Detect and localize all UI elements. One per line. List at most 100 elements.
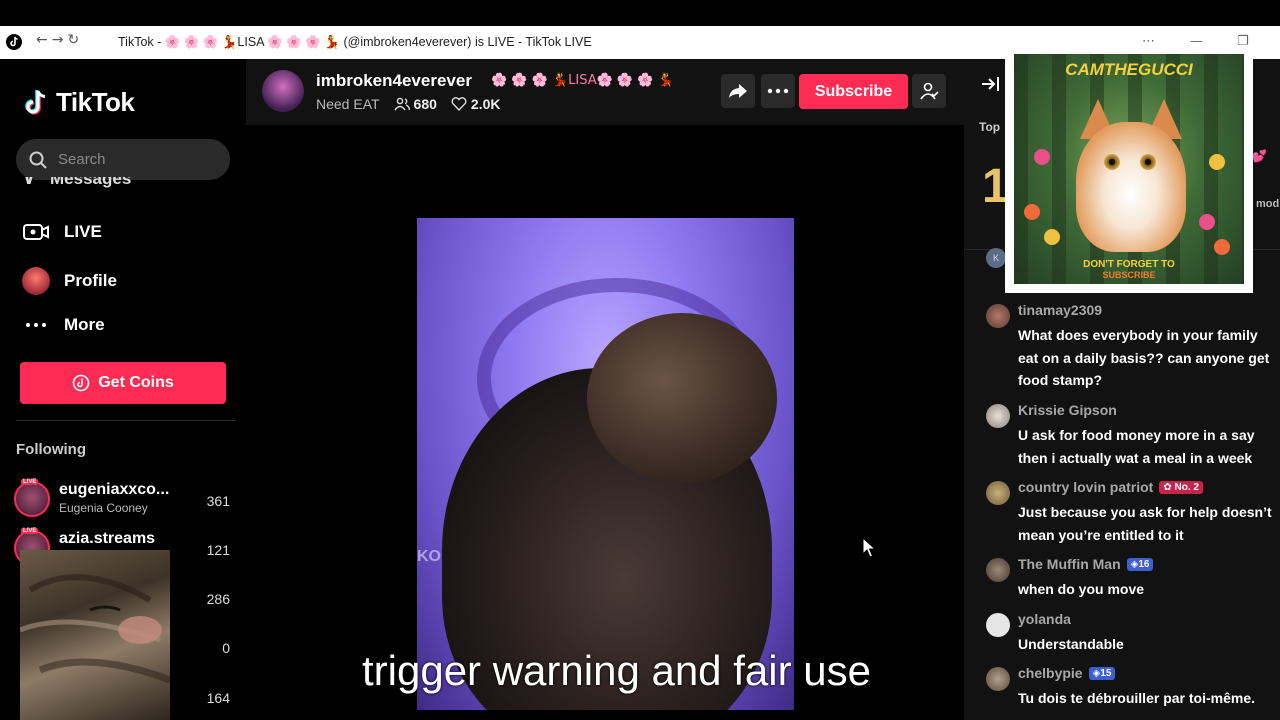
avatar	[986, 481, 1010, 505]
moderator-label: mod	[1256, 198, 1280, 210]
likes-count: 2.0K	[470, 96, 501, 112]
stream-topic: Need EAT	[316, 96, 380, 112]
likes-stat: 2.0K	[451, 96, 501, 112]
chat-username: yolanda	[1018, 611, 1071, 627]
username-text: chelbypie	[1018, 665, 1083, 681]
flower-decoration	[1199, 214, 1215, 230]
stream-header: imbroken4everever 🌸 🌸 🌸 💃LISA🌸 🌸 🌸 💃 Nee…	[246, 59, 964, 125]
sidebar-item-profile[interactable]: Profile	[22, 267, 117, 295]
flower-decoration	[1034, 149, 1050, 165]
following-item[interactable]: LIVE eugeniaxxco... Eugenia Cooney	[14, 479, 234, 519]
heart-icon	[451, 97, 467, 111]
viewer-count: 164	[206, 690, 230, 706]
live-badge: LIVE	[21, 479, 39, 485]
sidebar-item-more[interactable]: More	[22, 315, 105, 335]
following-name: eugeniaxxco...	[59, 481, 170, 498]
chat-username: The Muffin Man ◈16	[1018, 556, 1154, 572]
rank-badge-text: No. 2	[1174, 481, 1199, 493]
host-name[interactable]: imbroken4everever	[316, 71, 472, 91]
get-coins-button[interactable]: Get Coins	[20, 362, 226, 404]
messages-icon: ∨	[22, 177, 36, 188]
logo-text: TikTok	[56, 87, 135, 117]
tiktok-logo[interactable]: TikTok	[24, 87, 135, 118]
sidebar-item-live[interactable]: LIVE	[22, 221, 102, 243]
browser-nav-arrows-icon[interactable]: ←→↻	[36, 32, 83, 48]
more-options-button[interactable]	[761, 74, 795, 108]
chat-username: tinamay2309	[1018, 302, 1102, 318]
chat-username: chelbypie ◈15	[1018, 665, 1116, 681]
viewer-count: 361	[206, 493, 230, 509]
fan-level-badge: ◈16	[1126, 557, 1154, 571]
poster-cta-line2: SUBSCRIBE	[1102, 270, 1156, 280]
avatar	[986, 304, 1010, 328]
fan-level-badge: ◈15	[1088, 666, 1116, 680]
sidebar-item-label: Profile	[64, 271, 117, 290]
tiktok-logo-icon	[25, 89, 46, 115]
sidebar-item-messages[interactable]: ∨ Messages	[22, 177, 131, 193]
user-check-icon	[920, 82, 939, 100]
chat-text: Just because you ask for help doesn’t me…	[1018, 504, 1272, 543]
chat-text: What does everybody in your family eat o…	[1018, 327, 1270, 388]
sidebar-item-label: LIVE	[64, 222, 102, 241]
avatar	[986, 667, 1010, 691]
username-text: yolanda	[1018, 611, 1071, 627]
flower-decoration	[1044, 229, 1060, 245]
following-heading: Following	[16, 441, 86, 458]
host-avatar[interactable]	[262, 70, 304, 112]
share-arrow-icon	[729, 84, 747, 98]
viewer-count: 286	[206, 591, 230, 607]
search-input[interactable]	[58, 151, 208, 168]
chat-username: country lovin patriot ✿ No. 2	[1018, 479, 1203, 495]
viewer-count: 121	[206, 542, 230, 558]
more-dots-icon	[26, 323, 46, 327]
subscribe-cat-poster: CAMTHEGUCCI DON'T FORGET TO SUBSCRIBE	[1005, 45, 1253, 293]
get-coins-label: Get Coins	[98, 374, 174, 391]
tiktok-app-icon	[6, 34, 22, 50]
share-button[interactable]	[721, 74, 755, 108]
cat-eye	[1104, 154, 1120, 170]
avatar	[14, 481, 50, 517]
search-icon	[29, 151, 47, 169]
username-text: country lovin patriot	[1018, 479, 1154, 495]
streamer-hair-bun	[587, 313, 777, 483]
chat-text: Understandable	[1018, 636, 1124, 652]
stream-meta: Need EAT 680 2.0K	[316, 96, 500, 112]
poster-cta-line1: DON'T FORGET TO	[1083, 259, 1175, 270]
sleeping-cat-overlay-image	[20, 550, 170, 720]
username-text: The Muffin Man	[1018, 556, 1121, 572]
cat-illustration	[1076, 122, 1186, 252]
rank-badge: ✿ No. 2	[1159, 480, 1203, 494]
viewer-stat: 680	[393, 96, 437, 112]
chat-text: U ask for food money more in a say then …	[1018, 427, 1255, 466]
subscribe-button[interactable]: Subscribe	[799, 74, 908, 109]
avatar	[986, 404, 1010, 428]
following-name: azia.streams	[59, 530, 156, 547]
chat-username: Krissie Gipson	[1018, 402, 1117, 418]
window-title: TikTok - 🌸 🌸 🌸 💃LISA 🌸 🌸 🌸 💃 (@imbroken4…	[118, 35, 592, 49]
collapse-panel-icon[interactable]	[980, 75, 1000, 93]
coin-icon	[72, 374, 90, 392]
top-viewers-label: Top	[979, 120, 1001, 134]
poster-brand: CAMTHEGUCCI	[1065, 60, 1193, 79]
follow-user-button[interactable]	[912, 74, 946, 108]
poster-artwork: CAMTHEGUCCI DON'T FORGET TO SUBSCRIBE	[1014, 54, 1244, 284]
live-camera-icon	[23, 224, 49, 240]
sidebar-item-label: More	[64, 315, 105, 334]
more-dots-icon	[767, 88, 789, 94]
avatar	[986, 613, 1010, 637]
subtitle-caption: trigger warning and fair use	[362, 647, 871, 694]
avatar	[986, 558, 1010, 582]
search-box[interactable]	[16, 139, 230, 180]
chat-text: when do you move	[1018, 581, 1145, 597]
video-watermark: KO	[417, 548, 441, 565]
live-video-player[interactable]: KO	[417, 218, 794, 710]
mouse-cursor-icon	[862, 537, 877, 558]
username-text: Krissie Gipson	[1018, 402, 1117, 418]
viewer-count: 0	[222, 640, 230, 656]
fan-level-text: 16	[1138, 558, 1150, 570]
chat-text: Tu dois te débrouiller par toi-même.	[1018, 690, 1255, 706]
host-name-decoration: 🌸 🌸 🌸 💃LISA🌸 🌸 🌸 💃	[491, 73, 674, 88]
left-sidebar: TikTok ∨ Messages LIVE Profile More	[0, 59, 246, 720]
following-subname: Eugenia Cooney	[59, 501, 148, 515]
viewer-count: 680	[413, 96, 437, 112]
